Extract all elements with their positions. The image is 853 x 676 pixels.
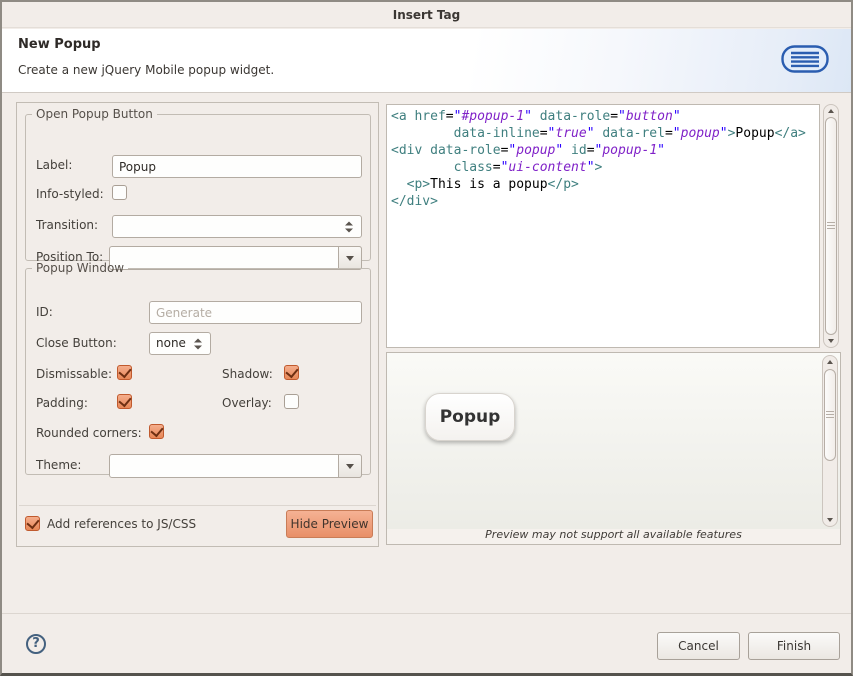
footer-separator xyxy=(2,613,851,614)
code-content: <a href="#popup-1" data-role="button" da… xyxy=(391,109,806,209)
scroll-up-icon[interactable] xyxy=(824,105,838,117)
popup-widget-icon xyxy=(781,45,829,73)
scrollbar-grip-icon xyxy=(827,222,835,230)
insert-tag-dialog: Insert Tag New Popup Create a new jQuery… xyxy=(0,0,853,676)
chevron-down-icon xyxy=(346,255,354,261)
shadow-label: Shadow: xyxy=(222,367,273,381)
theme-label: Theme: xyxy=(36,458,82,472)
page-title: New Popup xyxy=(18,37,101,52)
id-input[interactable] xyxy=(149,301,362,324)
preview-scrollbar[interactable] xyxy=(822,355,838,527)
theme-combo[interactable] xyxy=(109,454,362,478)
preview-panel: Popup Preview may not support all availa… xyxy=(386,352,841,545)
info-styled-label: Info-styled: xyxy=(36,187,104,201)
help-icon[interactable]: ? xyxy=(26,634,46,654)
id-label: ID: xyxy=(36,305,53,319)
wizard-header: New Popup Create a new jQuery Mobile pop… xyxy=(2,29,851,93)
dismissable-label: Dismissable: xyxy=(36,367,113,381)
transition-spinner-icon[interactable] xyxy=(345,221,353,232)
scroll-up-icon[interactable] xyxy=(823,356,837,368)
open-popup-button-group: Open Popup Button Label: Info-styled: Tr… xyxy=(25,107,371,270)
transition-combo[interactable] xyxy=(112,215,362,238)
shadow-checkbox[interactable] xyxy=(284,365,299,380)
rounded-corners-checkbox[interactable] xyxy=(149,424,164,439)
overlay-checkbox[interactable] xyxy=(284,394,299,409)
code-scrollbar[interactable] xyxy=(823,104,839,348)
options-panel: Open Popup Button Label: Info-styled: Tr… xyxy=(16,102,379,547)
close-button-value: none xyxy=(156,336,186,350)
close-button-spinner-icon[interactable] xyxy=(194,338,202,349)
info-styled-checkbox[interactable] xyxy=(112,185,127,200)
padding-label: Padding: xyxy=(36,396,88,410)
transition-label: Transition: xyxy=(36,218,99,232)
preview-viewport: Popup xyxy=(387,353,840,529)
dismissable-checkbox[interactable] xyxy=(117,365,132,380)
dialog-title: Insert Tag xyxy=(392,8,461,22)
add-references-checkbox[interactable] xyxy=(25,516,40,531)
close-button-label: Close Button: xyxy=(36,336,117,350)
preview-caption: Preview may not support all available fe… xyxy=(485,528,742,541)
finish-button[interactable]: Finish xyxy=(748,632,840,660)
scroll-down-icon[interactable] xyxy=(824,335,838,347)
cancel-button[interactable]: Cancel xyxy=(657,632,740,660)
page-description: Create a new jQuery Mobile popup widget. xyxy=(18,63,275,77)
close-button-spinner[interactable]: none xyxy=(149,332,211,355)
popup-window-legend: Popup Window xyxy=(36,261,125,275)
overlay-label: Overlay: xyxy=(222,396,272,410)
scrollbar-grip-icon xyxy=(826,411,834,419)
popup-window-group: Popup Window ID: Close Button: none Dism… xyxy=(25,261,371,478)
padding-checkbox[interactable] xyxy=(117,394,132,409)
code-scrollbar-thumb[interactable] xyxy=(825,117,837,335)
code-editor[interactable]: <a href="#popup-1" data-role="button" da… xyxy=(386,104,820,348)
titlebar[interactable]: Insert Tag xyxy=(2,2,851,28)
chevron-down-icon xyxy=(346,463,354,469)
open-popup-button-legend: Open Popup Button xyxy=(36,107,153,121)
add-references-label[interactable]: Add references to JS/CSS xyxy=(47,517,196,531)
preview-popup-button[interactable]: Popup xyxy=(425,393,515,441)
theme-dropdown-button[interactable] xyxy=(338,454,362,478)
scroll-down-icon[interactable] xyxy=(823,514,837,526)
rounded-corners-label: Rounded corners: xyxy=(36,426,142,440)
label-input[interactable] xyxy=(112,155,362,178)
panel-separator xyxy=(19,505,376,506)
label-field-label: Label: xyxy=(36,158,73,172)
preview-scrollbar-thumb[interactable] xyxy=(824,369,836,461)
hide-preview-button[interactable]: Hide Preview xyxy=(286,510,373,538)
